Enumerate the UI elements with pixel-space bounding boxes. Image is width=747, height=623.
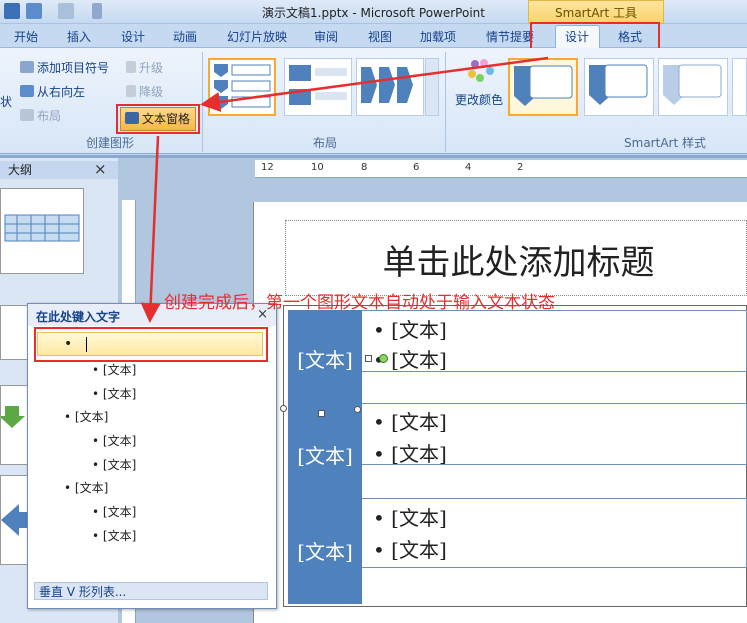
arrow-to-text-pane — [140, 135, 161, 323]
arrow-to-text-pane-button — [200, 56, 549, 112]
annotation-arrows — [140, 56, 549, 323]
